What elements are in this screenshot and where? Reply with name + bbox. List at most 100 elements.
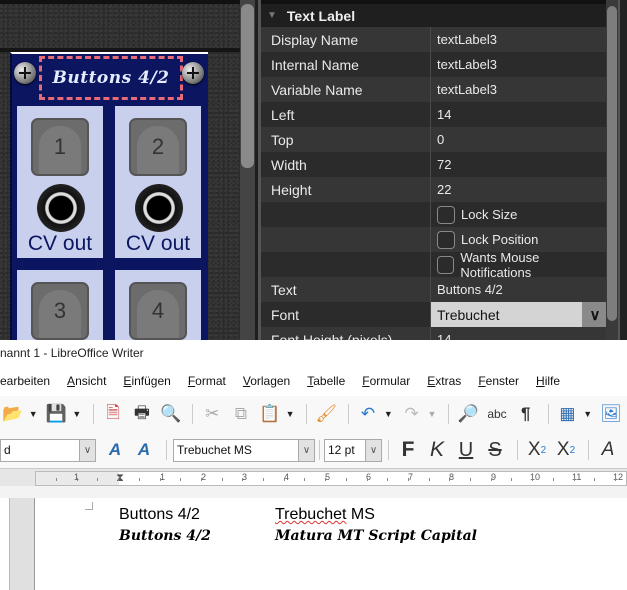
ruler-tick: [263, 478, 264, 481]
property-row-text: Text Buttons 4/2: [261, 277, 608, 302]
paragraph-style-value: d: [4, 443, 11, 457]
font-select[interactable]: Trebuchet ∨: [431, 302, 608, 327]
ruler-tick: [532, 478, 534, 481]
menu-tabelle[interactable]: Tabelle: [307, 374, 345, 388]
menu-hilfe[interactable]: Hilfe: [536, 374, 560, 388]
font-size-combo[interactable]: 12 pt ∨: [324, 438, 382, 462]
button-number: 3: [53, 298, 67, 323]
collapse-triangle-icon[interactable]: ▼: [267, 10, 277, 21]
open-dropdown-icon[interactable]: ▼: [29, 409, 38, 419]
insert-image-icon[interactable]: 🖼: [598, 401, 624, 427]
chevron-down-icon[interactable]: ∨: [79, 439, 95, 461]
save-dropdown-icon[interactable]: ▼: [72, 409, 81, 419]
section-header[interactable]: ▼ Text Label: [261, 0, 608, 27]
module-panel[interactable]: Buttons 4/2 1 CV out 2 CV out 3 4: [10, 52, 208, 340]
menu-ansicht[interactable]: Ansicht: [67, 374, 106, 388]
undo-dropdown-icon[interactable]: ▼: [384, 409, 393, 419]
push-button-3[interactable]: 3: [31, 282, 89, 340]
paragraph-style-combo[interactable]: d ∨: [0, 438, 96, 462]
chevron-down-icon[interactable]: ∨: [298, 439, 314, 461]
jack-icon[interactable]: [135, 184, 183, 232]
standard-toolbar: 📂 ▼ 💾 ▼ 🗎 🖶 🔍 ✂ ⧉ 📋 ▼ 🖌 ↶ ▼ ↷ ▼ 🔎 abc ¶ …: [0, 396, 627, 432]
menu-formular[interactable]: Formular: [362, 374, 410, 388]
chevron-down-icon[interactable]: ∨: [582, 302, 608, 327]
new-style-icon[interactable]: A: [131, 437, 157, 463]
font-name-combo[interactable]: Trebuchet MS ∨: [173, 438, 315, 462]
export-pdf-icon[interactable]: 🗎: [100, 401, 126, 427]
superscript-icon[interactable]: X2: [524, 437, 550, 463]
vertical-ruler[interactable]: [0, 498, 10, 590]
redo-dropdown-icon[interactable]: ▼: [428, 409, 437, 419]
strikethrough-button[interactable]: S: [482, 437, 508, 463]
doc-text-font-name-script[interactable]: Matura MT Script Capital: [275, 528, 477, 544]
wants-mouse-notifications-checkbox[interactable]: [437, 255, 455, 274]
button-cell-3: 3: [17, 270, 103, 340]
copy-icon[interactable]: ⧉: [228, 401, 254, 427]
ruler-tick: [200, 478, 202, 481]
formatting-marks-icon[interactable]: ¶: [513, 401, 539, 427]
document-page[interactable]: Buttons 4/2 Trebuchet MS Buttons 4/2 Mat…: [34, 498, 627, 590]
print-preview-icon[interactable]: 🔍: [158, 401, 184, 427]
table-dropdown-icon[interactable]: ▼: [583, 409, 592, 419]
push-button-4[interactable]: 4: [129, 282, 187, 340]
clear-formatting-icon[interactable]: A: [595, 437, 621, 463]
doc-text-buttons-trebuchet[interactable]: Buttons 4/2: [119, 506, 200, 524]
property-value[interactable]: textLabel3: [431, 77, 608, 102]
misspelled-word[interactable]: Trebuchet: [275, 506, 346, 523]
subscript-icon[interactable]: X2: [553, 437, 579, 463]
menu-bearbeiten[interactable]: earbeiten: [0, 374, 50, 388]
property-list: Display Name textLabel3 Internal Name text…: [261, 27, 608, 340]
property-value[interactable]: 22: [431, 177, 608, 202]
canvas-scrollbar-thumb[interactable]: [241, 4, 254, 168]
spelling-icon[interactable]: abc: [484, 401, 510, 427]
push-button-2[interactable]: 2: [129, 118, 187, 176]
indent-marker-icon[interactable]: ⧗: [114, 471, 126, 486]
cut-icon[interactable]: ✂: [199, 401, 225, 427]
print-icon[interactable]: 🖶: [129, 401, 155, 427]
paste-icon[interactable]: 📋: [257, 401, 283, 427]
menu-vorlagen[interactable]: Vorlagen: [243, 374, 290, 388]
italic-button[interactable]: K: [424, 437, 450, 463]
doc-text-font-name-trebuchet[interactable]: Trebuchet MS: [275, 506, 375, 524]
module-title-label[interactable]: Buttons 4/2: [39, 56, 183, 100]
ruler-tick: [387, 478, 389, 481]
menu-format[interactable]: Format: [188, 374, 226, 388]
menu-extras[interactable]: Extras: [427, 374, 461, 388]
font-name-value: Trebuchet MS: [177, 443, 252, 457]
property-value[interactable]: textLabel3: [431, 27, 608, 52]
open-folder-icon[interactable]: 📂: [0, 401, 26, 427]
property-value[interactable]: 72: [431, 152, 608, 177]
property-value[interactable]: 14: [431, 102, 608, 127]
doc-text-buttons-script[interactable]: Buttons 4/2: [119, 528, 211, 544]
module-canvas[interactable]: Buttons 4/2 1 CV out 2 CV out 3 4: [0, 0, 240, 340]
update-style-icon[interactable]: A: [102, 437, 128, 463]
paste-dropdown-icon[interactable]: ▼: [286, 409, 295, 419]
formatting-toolbar: d ∨ A A Trebuchet MS ∨ 12 pt ∨ F K U S X…: [0, 432, 627, 468]
ruler-tick: [97, 478, 99, 481]
horizontal-ruler[interactable]: 1 ⧗ 1 2 3 4 5 6 7 8 9 10 11 12: [35, 471, 627, 486]
lock-position-checkbox[interactable]: [437, 230, 455, 249]
property-value[interactable]: 0: [431, 127, 608, 152]
jack-icon[interactable]: [37, 184, 85, 232]
clone-formatting-icon[interactable]: 🖌: [313, 401, 339, 427]
redo-icon[interactable]: ↷: [399, 401, 425, 427]
property-row-font: Font Trebuchet ∨: [261, 302, 608, 327]
save-icon[interactable]: 💾: [44, 401, 70, 427]
checkbox-row-lock-position: Lock Position: [261, 227, 608, 252]
find-replace-icon[interactable]: 🔎: [455, 401, 481, 427]
insert-table-icon[interactable]: ▦: [555, 401, 581, 427]
underline-button[interactable]: U: [453, 437, 479, 463]
text-value-field[interactable]: Buttons 4/2: [431, 277, 608, 302]
property-value[interactable]: textLabel3: [431, 52, 608, 77]
property-name: Internal Name: [261, 52, 431, 77]
properties-scrollbar-thumb[interactable]: [607, 6, 617, 321]
property-value[interactable]: 14: [431, 327, 608, 340]
checkbox-label: Wants Mouse Notifications: [460, 249, 540, 280]
lock-size-checkbox[interactable]: [437, 205, 455, 224]
undo-icon[interactable]: ↶: [355, 401, 381, 427]
bold-button[interactable]: F: [395, 437, 421, 463]
menu-fenster[interactable]: Fenster: [478, 374, 519, 388]
push-button-1[interactable]: 1: [31, 118, 89, 176]
menu-einfuegen[interactable]: Einfügen: [123, 374, 170, 388]
chevron-down-icon[interactable]: ∨: [365, 439, 381, 461]
